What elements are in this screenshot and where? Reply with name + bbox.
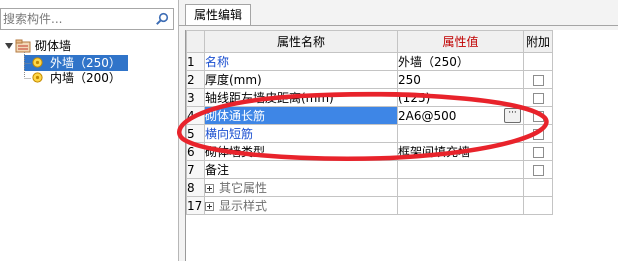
property-value[interactable]: (125) [397, 88, 524, 107]
attach-cell [523, 178, 553, 197]
tab-divider [179, 25, 618, 26]
property-value-text: 2A6@500 [398, 108, 457, 123]
row-index: 3 [186, 88, 205, 107]
property-value-editor[interactable]: 2A6@500 ··· [397, 106, 524, 125]
component-gear-icon [32, 57, 43, 68]
header-property-name[interactable]: 属性名称 [204, 30, 398, 53]
attach-checkbox[interactable] [532, 110, 544, 122]
property-editor-panel: 属性编辑 属性名称 属性值 附加 1 名称 外墙（250） 2 厚度(mm) 2… [179, 0, 618, 261]
table-row-active[interactable]: 4 砌体通长筋 2A6@500 ··· [186, 106, 553, 125]
property-value [397, 196, 524, 215]
group-label: 显示样式 [219, 199, 268, 213]
table-row[interactable]: 1 名称 外墙（250） [186, 52, 553, 71]
attach-checkbox[interactable] [532, 128, 544, 140]
table-row-group[interactable]: 8 其它属性 [186, 178, 553, 197]
property-value[interactable] [397, 160, 524, 179]
search-input[interactable] [1, 9, 149, 29]
table-row[interactable]: 3 轴线距左墙皮距离(mm) (125) [186, 88, 553, 107]
property-group[interactable]: 其它属性 [204, 178, 398, 197]
attach-cell [523, 88, 553, 107]
header-index [186, 30, 205, 53]
attach-checkbox[interactable] [532, 146, 544, 158]
row-index: 7 [186, 160, 205, 179]
search-box [0, 8, 174, 30]
collapse-arrow-icon[interactable] [5, 43, 13, 49]
property-group[interactable]: 显示样式 [204, 196, 398, 215]
search-icon [156, 12, 169, 25]
attach-cell [523, 160, 553, 179]
row-index: 5 [186, 124, 205, 143]
attach-checkbox[interactable] [532, 74, 544, 86]
header-property-value[interactable]: 属性值 [397, 30, 524, 53]
property-name[interactable]: 备注 [204, 160, 398, 179]
tree-item-interior-wall[interactable]: 内墙（200） [24, 70, 128, 86]
property-name[interactable]: 砌体墙类型 [204, 142, 398, 161]
property-name[interactable]: 厚度(mm) [204, 70, 398, 89]
attach-cell [523, 70, 553, 89]
attach-cell [523, 196, 553, 215]
component-folder-icon [15, 39, 31, 53]
table-row[interactable]: 5 横向短筋 [186, 124, 553, 143]
tree-item-label: 外墙（250） [50, 56, 121, 70]
property-name[interactable]: 砌体通长筋 [204, 106, 398, 125]
property-grid: 属性名称 属性值 附加 1 名称 外墙（250） 2 厚度(mm) 250 3 … [186, 30, 553, 215]
row-index: 2 [186, 70, 205, 89]
property-value[interactable] [397, 124, 524, 143]
row-index: 1 [186, 52, 205, 71]
header-attach[interactable]: 附加 [523, 30, 553, 53]
attach-cell [523, 124, 553, 143]
attach-cell [523, 106, 553, 125]
grid-header-row: 属性名称 属性值 附加 [186, 30, 553, 53]
expand-plus-icon[interactable] [205, 184, 214, 193]
table-row[interactable]: 7 备注 [186, 160, 553, 179]
attach-cell [523, 52, 553, 71]
tab-label: 属性编辑 [193, 8, 242, 22]
table-row-group[interactable]: 17 显示样式 [186, 196, 553, 215]
tree-item-label: 内墙（200） [50, 71, 121, 85]
tab-property-editor[interactable]: 属性编辑 [185, 4, 251, 26]
property-value[interactable]: 框架间填充墙 [397, 142, 524, 161]
property-value [397, 178, 524, 197]
row-index: 4 [186, 106, 205, 125]
tree-item-exterior-wall[interactable]: 外墙（250） [24, 55, 128, 71]
group-label: 其它属性 [219, 181, 268, 195]
property-name[interactable]: 名称 [204, 52, 398, 71]
attach-cell [523, 142, 553, 161]
property-name[interactable]: 轴线距左墙皮距离(mm) [204, 88, 398, 107]
attach-checkbox[interactable] [532, 92, 544, 104]
property-value[interactable]: 外墙（250） [397, 52, 524, 71]
expand-plus-icon[interactable] [205, 202, 214, 211]
search-button[interactable] [152, 10, 172, 28]
property-name[interactable]: 横向短筋 [204, 124, 398, 143]
row-index: 8 [186, 178, 205, 197]
property-value[interactable]: 250 [397, 70, 524, 89]
row-index: 6 [186, 142, 205, 161]
attach-checkbox[interactable] [532, 164, 544, 176]
ellipsis-button[interactable]: ··· [504, 108, 521, 123]
table-row[interactable]: 2 厚度(mm) 250 [186, 70, 553, 89]
property-grid-area: 属性名称 属性值 附加 1 名称 外墙（250） 2 厚度(mm) 250 3 … [185, 30, 618, 261]
component-tree-panel: 砌体墙 外墙（250） 内墙（200） [0, 0, 179, 261]
component-gear-icon [32, 72, 43, 83]
row-index: 17 [186, 196, 205, 215]
table-row[interactable]: 6 砌体墙类型 框架间填充墙 [186, 142, 553, 161]
